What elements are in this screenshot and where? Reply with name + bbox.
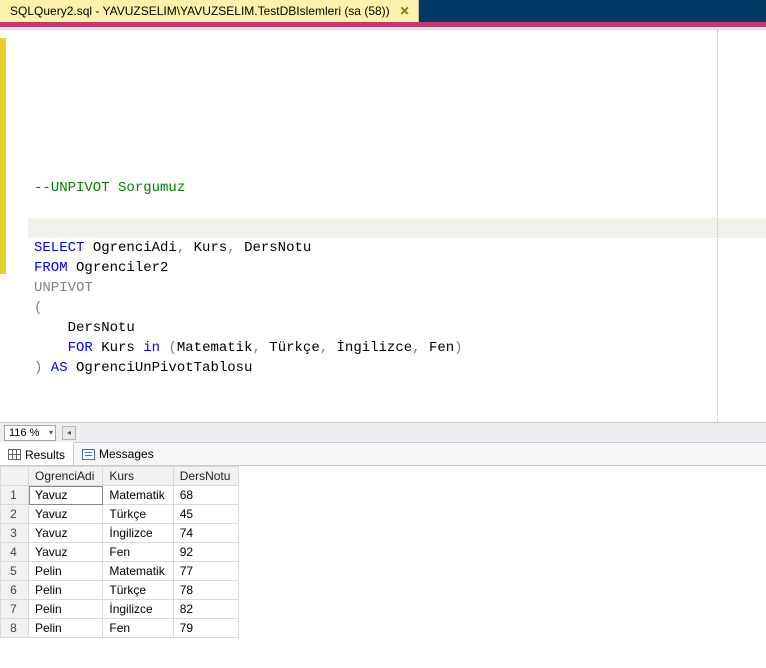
row-number[interactable]: 7 <box>1 600 29 619</box>
blank <box>34 220 42 236</box>
cell[interactable]: İngilizce <box>103 524 173 543</box>
row-number[interactable]: 3 <box>1 524 29 543</box>
cell[interactable]: 77 <box>173 562 239 581</box>
in-item: Türkçe <box>261 340 320 356</box>
alias: OgrenciUnPivotTablosu <box>76 360 252 376</box>
cell[interactable]: 92 <box>173 543 239 562</box>
col-header[interactable]: Kurs <box>103 467 173 486</box>
cell[interactable]: Fen <box>103 619 173 638</box>
tab-results-label: Results <box>25 448 65 462</box>
close-icon[interactable]: ✕ <box>398 4 412 18</box>
col: DersNotu <box>236 240 312 256</box>
row-number[interactable]: 1 <box>1 486 29 505</box>
in-item: İngilizce <box>328 340 412 356</box>
cell[interactable]: 82 <box>173 600 239 619</box>
paren: ( <box>34 300 42 316</box>
cell[interactable]: Yavuz <box>29 505 103 524</box>
tbl: Ogrenciler2 <box>68 260 169 276</box>
document-tab[interactable]: SQLQuery2.sql - YAVUZSELIM\YAVUZSELIM.Te… <box>0 0 419 22</box>
table-row[interactable]: 7Pelinİngilizce82 <box>1 600 239 619</box>
grid-corner <box>1 467 29 486</box>
cell[interactable]: Pelin <box>29 600 103 619</box>
table-row[interactable]: 2YavuzTürkçe45 <box>1 505 239 524</box>
cell[interactable]: İngilizce <box>103 600 173 619</box>
cell[interactable]: Türkçe <box>103 581 173 600</box>
cell[interactable]: Yavuz <box>29 524 103 543</box>
col: OgrenciAdi <box>84 240 176 256</box>
cell[interactable]: Pelin <box>29 581 103 600</box>
sql-comment: --UNPIVOT Sorgumuz <box>34 180 185 196</box>
unpivot-col: DersNotu <box>34 320 135 336</box>
paren: ( <box>160 340 177 356</box>
row-number[interactable]: 2 <box>1 505 29 524</box>
col-header[interactable]: OgrenciAdi <box>29 467 103 486</box>
sql-editor[interactable]: --UNPIVOT Sorgumuz SELECT OgrenciAdi, Ku… <box>0 30 766 422</box>
table-row[interactable]: 6PelinTürkçe78 <box>1 581 239 600</box>
col-header[interactable]: DersNotu <box>173 467 239 486</box>
cell[interactable]: 79 <box>173 619 239 638</box>
cell[interactable]: 78 <box>173 581 239 600</box>
row-number[interactable]: 6 <box>1 581 29 600</box>
grid-header-row: OgrenciAdi Kurs DersNotu <box>1 467 239 486</box>
table-row[interactable]: 5PelinMatematik77 <box>1 562 239 581</box>
table-row[interactable]: 4YavuzFen92 <box>1 543 239 562</box>
tab-messages-label: Messages <box>99 447 154 461</box>
cell[interactable]: Yavuz <box>29 543 103 562</box>
kw-as: AS <box>42 360 76 376</box>
tab-results[interactable]: Results <box>0 442 74 465</box>
cell[interactable]: Türkçe <box>103 505 173 524</box>
cell[interactable]: Pelin <box>29 619 103 638</box>
sep: , <box>253 340 261 356</box>
cell[interactable]: 74 <box>173 524 239 543</box>
kw-for: FOR <box>68 340 93 356</box>
results-grid-wrap[interactable]: OgrenciAdi Kurs DersNotu 1YavuzMatematik… <box>0 466 766 668</box>
document-tab-bar: SQLQuery2.sql - YAVUZSELIM\YAVUZSELIM.Te… <box>0 0 766 22</box>
sep: , <box>227 240 235 256</box>
tab-messages[interactable]: Messages <box>74 443 162 465</box>
sep: , <box>412 340 420 356</box>
kw-select: SELECT <box>34 240 84 256</box>
table-row[interactable]: 8PelinFen79 <box>1 619 239 638</box>
row-number[interactable]: 8 <box>1 619 29 638</box>
results-grid[interactable]: OgrenciAdi Kurs DersNotu 1YavuzMatematik… <box>0 466 239 638</box>
messages-icon <box>82 449 95 460</box>
kw-from: FROM <box>34 260 68 276</box>
row-number[interactable]: 4 <box>1 543 29 562</box>
kw-unpivot: UNPIVOT <box>34 280 93 296</box>
cell[interactable]: Yavuz <box>29 486 103 505</box>
kw-in: in <box>143 340 160 356</box>
cell[interactable]: 45 <box>173 505 239 524</box>
results-tabstrip: Results Messages <box>0 442 766 466</box>
grid-icon <box>8 449 21 460</box>
code-area[interactable]: --UNPIVOT Sorgumuz SELECT OgrenciAdi, Ku… <box>28 30 766 422</box>
document-tab-title: SQLQuery2.sql - YAVUZSELIM\YAVUZSELIM.Te… <box>10 4 390 18</box>
pad <box>34 340 68 356</box>
change-marker <box>0 38 6 274</box>
sep: , <box>320 340 328 356</box>
blank <box>34 200 42 216</box>
row-number[interactable]: 5 <box>1 562 29 581</box>
table-row[interactable]: 1YavuzMatematik68 <box>1 486 239 505</box>
cell[interactable]: Matematik <box>103 562 173 581</box>
col: Kurs <box>185 240 227 256</box>
in-item: Fen <box>421 340 455 356</box>
for-col: Kurs <box>93 340 143 356</box>
code-content: --UNPIVOT Sorgumuz SELECT OgrenciAdi, Ku… <box>34 118 756 398</box>
in-item: Matematik <box>177 340 253 356</box>
editor-gutter <box>0 30 28 422</box>
paren: ) <box>454 340 462 356</box>
table-row[interactable]: 3Yavuzİngilizce74 <box>1 524 239 543</box>
blank <box>34 160 42 176</box>
cell[interactable]: Fen <box>103 543 173 562</box>
cell[interactable]: Matematik <box>103 486 173 505</box>
blank <box>34 140 42 156</box>
sep: , <box>177 240 185 256</box>
cell[interactable]: 68 <box>173 486 239 505</box>
cell[interactable]: Pelin <box>29 562 103 581</box>
